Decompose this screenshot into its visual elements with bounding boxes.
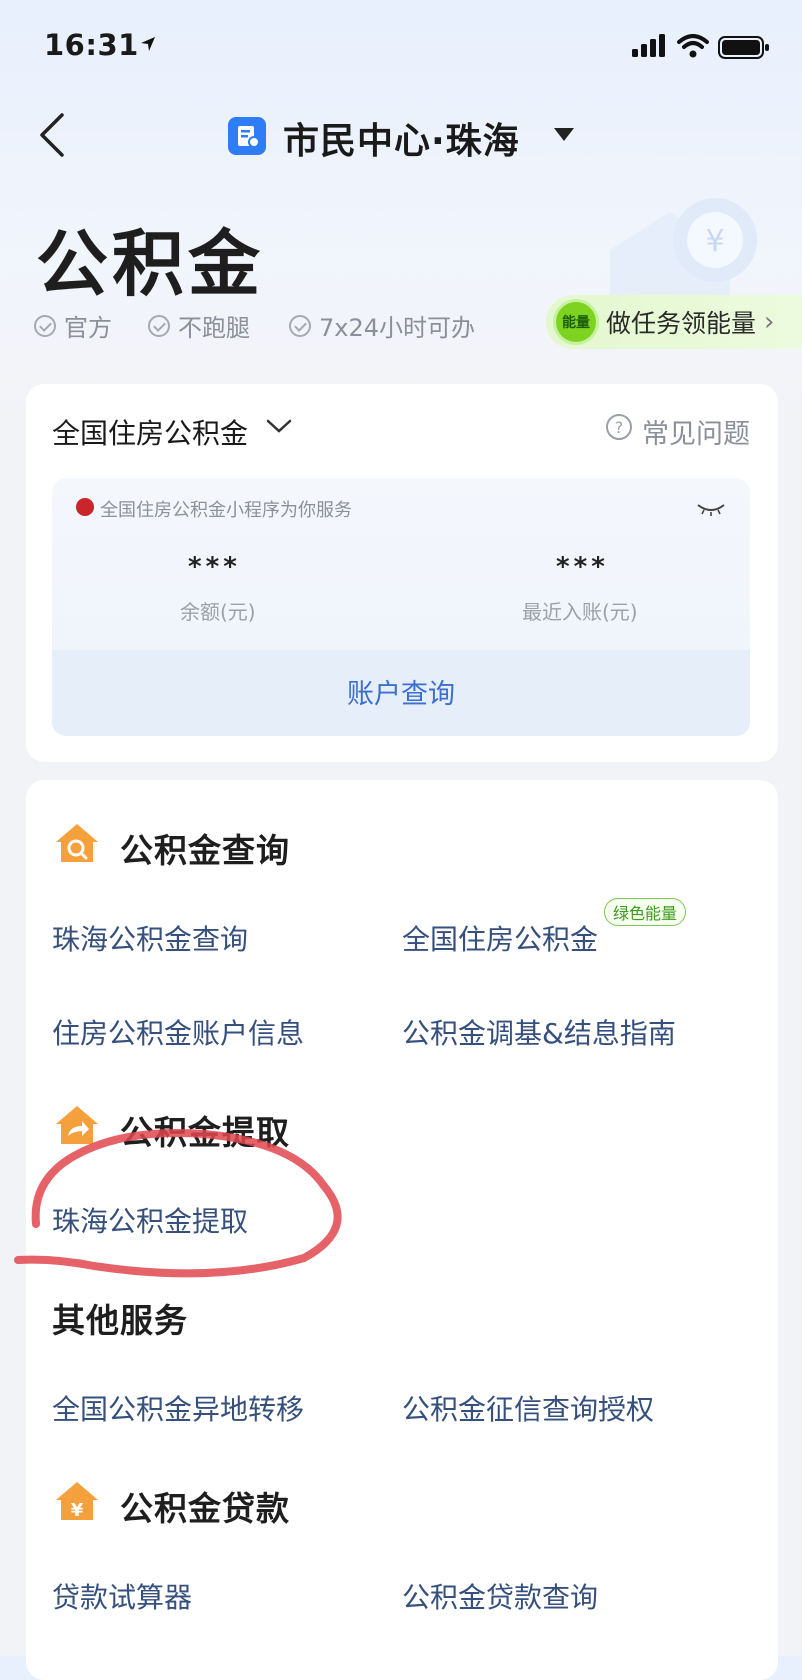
recent-deposit-value: *** <box>556 552 609 582</box>
fund-logo-icon <box>76 498 94 516</box>
question-icon[interactable]: ? <box>606 414 632 440</box>
section-title-query: 公积金查询 <box>120 831 290 870</box>
balance-label: 余额(元) <box>180 600 256 624</box>
cellular-signal-icon <box>632 34 665 57</box>
balance-value: *** <box>188 552 241 582</box>
service-logo-icon <box>228 117 266 155</box>
chevron-down-icon[interactable] <box>266 418 292 434</box>
service-link[interactable]: 住房公积金账户信息 <box>52 1012 304 1052</box>
fund-type-selector[interactable]: 全国住房公积金 <box>52 412 248 452</box>
location-arrow-icon <box>141 37 155 51</box>
faq-link[interactable]: 常见问题 <box>642 412 750 451</box>
wifi-icon <box>677 34 709 58</box>
service-link[interactable]: 公积金贷款查询 <box>402 1576 598 1616</box>
account-query-button[interactable]: 账户查询 <box>52 672 750 711</box>
service-link[interactable]: 公积金征信查询授权 <box>402 1388 654 1428</box>
house-coin-illustration: ¥ <box>610 198 757 300</box>
page-title: 公积金 <box>36 222 265 306</box>
check-icon <box>34 314 56 337</box>
svg-text:¥: ¥ <box>705 224 724 259</box>
service-link[interactable]: 全国住房公积金 <box>402 918 598 958</box>
back-chevron-icon[interactable] <box>38 112 66 158</box>
green-energy-badge: 绿色能量 <box>604 898 687 926</box>
tag-official: 官方 <box>34 308 112 343</box>
nav-title[interactable]: 市民中心·珠海 <box>283 112 520 164</box>
house-search-icon <box>56 824 98 862</box>
check-icon <box>148 314 170 337</box>
status-time: 16:31 <box>44 28 139 62</box>
energy-task-button[interactable]: 能量 做任务领能量 › <box>546 295 802 349</box>
battery-icon <box>718 36 769 59</box>
tag-24x7: 7x24小时可办 <box>289 308 475 343</box>
service-link[interactable]: 全国公积金异地转移 <box>52 1388 304 1428</box>
service-link[interactable]: 贷款试算器 <box>52 1576 192 1616</box>
service-link[interactable]: 珠海公积金查询 <box>52 918 248 958</box>
section-title-other: 其他服务 <box>52 1301 188 1340</box>
tag-no-visit: 不跑腿 <box>148 308 250 343</box>
house-yuan-icon: ¥ <box>56 1482 98 1521</box>
house-withdraw-icon <box>56 1106 98 1144</box>
service-link[interactable]: 公积金调基&结息指南 <box>402 1012 676 1052</box>
eye-closed-icon[interactable] <box>696 502 726 516</box>
chevron-right-icon: › <box>764 307 775 337</box>
caret-down-icon[interactable] <box>554 128 574 142</box>
service-link[interactable]: 珠海公积金提取 <box>52 1200 248 1240</box>
svg-text:¥: ¥ <box>71 1500 84 1521</box>
check-icon <box>289 314 311 337</box>
tag-label: 7x24小时可办 <box>319 314 476 342</box>
energy-task-label: 做任务领能量 <box>606 309 757 338</box>
service-note: 全国住房公积金小程序为你服务 <box>100 500 352 521</box>
tag-label: 不跑腿 <box>178 314 250 342</box>
tag-label: 官方 <box>64 314 112 342</box>
section-title-loan: 公积金贷款 <box>120 1489 290 1528</box>
section-title-withdraw: 公积金提取 <box>120 1113 290 1152</box>
energy-badge: 能量 <box>556 302 596 342</box>
recent-deposit-label: 最近入账(元) <box>522 600 638 624</box>
